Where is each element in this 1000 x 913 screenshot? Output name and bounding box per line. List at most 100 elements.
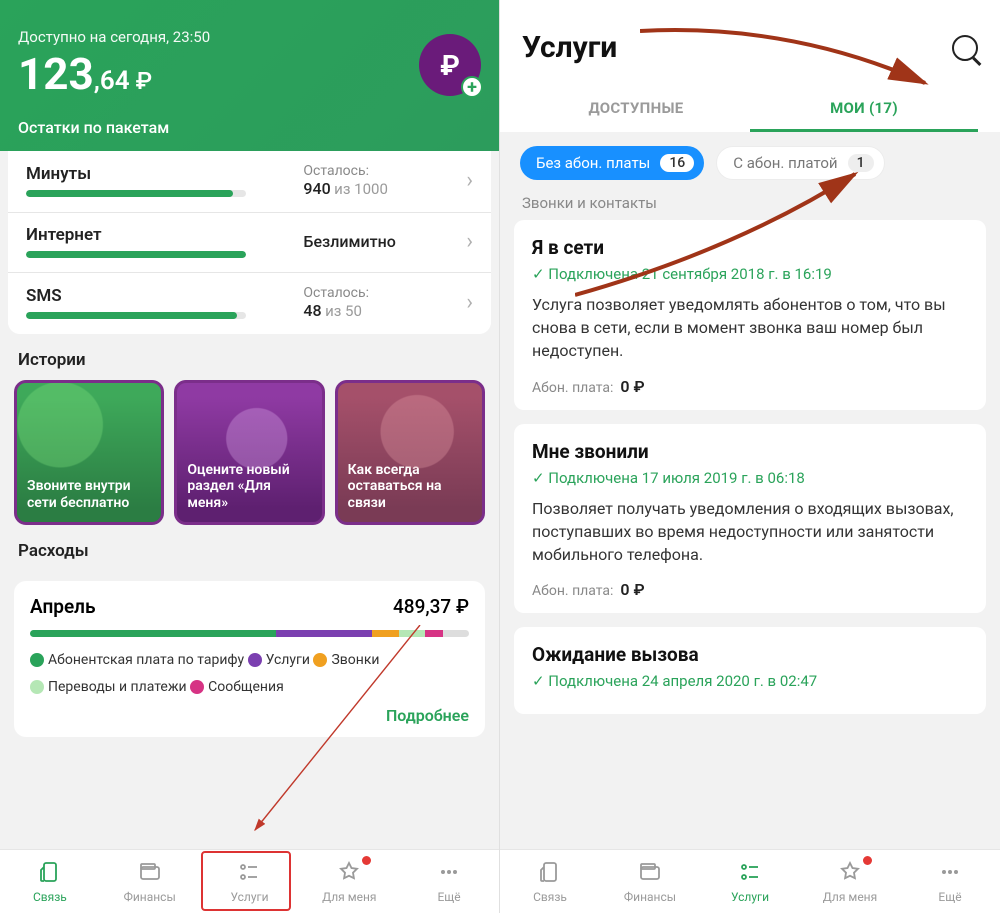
tab-available[interactable]: ДОСТУПНЫЕ [522,87,750,132]
service-status: Подключена 17 июля 2019 г. в 06:18 [532,469,968,487]
package-name: Интернет [26,225,303,245]
service-desc: Позволяет получать уведомления о входящи… [532,497,968,567]
chip-badge: 1 [848,154,874,172]
plus-icon: + [461,76,483,98]
star-icon [838,860,862,887]
nav-star[interactable]: Для меня [299,850,399,913]
service-card[interactable]: Ожидание вызова Подключена 24 апреля 202… [514,627,986,714]
chip-label: С абон. платой [733,154,837,172]
package-bar [26,312,246,319]
service-name: Ожидание вызова [532,643,968,666]
expense-bar [30,630,469,637]
expenses-title: Расходы [0,525,499,571]
legend-label: Услуги [266,652,310,668]
balance-whole: 123 [18,52,94,96]
legend-label: Сообщения [208,679,284,695]
wallet-icon [638,860,662,887]
services-icon [738,860,762,887]
service-name: Мне звонили [532,440,968,463]
notification-dot [362,856,371,865]
more-icon [437,860,461,887]
services-header: Услуги ДОСТУПНЫЕ МОИ (17) [500,0,1000,132]
balance-amount[interactable]: 123 ,64 ₽ [18,52,481,96]
nav-label: Связь [33,890,67,904]
sim-icon [38,860,62,887]
package-row[interactable]: Минуты Осталось:940 из 1000 › [8,151,491,212]
package-row[interactable]: Интернет Безлимитно › [8,212,491,272]
nav-label: Для меня [823,890,877,904]
nav-more[interactable]: Ещё [900,850,1000,913]
nav-sim[interactable]: Связь [500,850,600,913]
nav-label: Для меня [322,890,376,904]
balance-header: Доступно на сегодня, 23:50 123 ,64 ₽ ₽ +… [0,0,499,151]
story-card[interactable]: Оцените новый раздел «Для меня» [174,380,324,525]
nav-wallet[interactable]: Финансы [600,850,700,913]
bottom-nav: Связь Финансы Услуги Для меня Ещё [0,849,499,913]
legend-label: Переводы и платежи [48,679,187,695]
chevron-right-icon: › [458,168,473,193]
star-icon [337,860,361,887]
available-label: Доступно на сегодня, 23:50 [18,28,481,46]
package-name: Минуты [26,164,303,184]
services-screen: Услуги ДОСТУПНЫЕ МОИ (17) Без абон. плат… [500,0,1000,913]
nav-label: Связь [533,890,567,904]
nav-services[interactable]: Услуги [700,850,800,913]
package-bar [26,251,246,258]
expense-more-link[interactable]: Подробнее [30,706,469,725]
nav-wallet[interactable]: Финансы [100,850,200,913]
story-card[interactable]: Звоните внутри сети бесплатно [14,380,164,525]
bottom-nav: Связь Финансы Услуги Для меня Ещё [500,849,1000,913]
legend-label: Абонентская плата по тарифу [48,652,244,668]
service-card[interactable]: Мне звонили Подключена 17 июля 2019 г. в… [514,424,986,614]
package-row[interactable]: SMS Осталось:48 из 50 › [8,272,491,334]
expense-card[interactable]: Апрель 489,37 ₽ Абонентская плата по тар… [14,581,485,737]
nav-label: Финансы [624,890,676,904]
nav-services[interactable]: Услуги [200,850,300,913]
wallet-icon [138,860,162,887]
filter-chips: Без абон. платы16 С абон. платой 1 [500,132,1000,194]
sim-icon [538,860,562,887]
package-value: Осталось:48 из 50 [303,285,458,320]
story-card[interactable]: Как всегда оставаться на связи [335,380,485,525]
chevron-right-icon: › [458,290,473,315]
service-status: Подключена 24 апреля 2020 г. в 02:47 [532,672,968,690]
service-status: Подключена 21 сентября 2018 г. в 16:19 [532,265,968,283]
notification-dot [863,856,872,865]
balance-frac: ,64 [94,68,130,94]
more-icon [938,860,962,887]
expense-legend: Абонентская плата по тарифу Услуги Звонк… [30,647,469,700]
stories-row[interactable]: Звоните внутри сети бесплатноОцените нов… [0,380,499,525]
nav-label: Ещё [437,890,460,904]
page-title: Услуги [522,30,617,65]
services-list: Я в сети Подключена 21 сентября 2018 г. … [500,220,1000,714]
expense-total: 489,37 ₽ [393,595,469,618]
nav-more[interactable]: Ещё [399,850,499,913]
group-title: Звонки и контакты [500,194,1000,220]
legend-label: Звонки [331,652,379,668]
packages-title: Остатки по пакетам [18,118,481,137]
package-name: SMS [26,286,303,306]
expense-month: Апрель [30,595,96,618]
service-fee: Абон. плата: 0 ₽ [532,580,968,599]
services-icon [237,860,261,887]
nav-label: Финансы [124,890,176,904]
package-bar [26,190,246,197]
balance-currency: ₽ [136,69,152,93]
nav-star[interactable]: Для меня [800,850,900,913]
service-name: Я в сети [532,236,968,259]
package-value: Безлимитно [303,232,458,251]
packages-list: Минуты Осталось:940 из 1000 ›Интернет Бе… [8,151,491,334]
tabs-row: ДОСТУПНЫЕ МОИ (17) [522,87,978,132]
home-screen: Доступно на сегодня, 23:50 123 ,64 ₽ ₽ +… [0,0,500,913]
nav-sim[interactable]: Связь [0,850,100,913]
tab-mine[interactable]: МОИ (17) [750,87,978,132]
topup-button[interactable]: ₽ + [419,34,481,96]
service-card[interactable]: Я в сети Подключена 21 сентября 2018 г. … [514,220,986,410]
nav-label: Услуги [731,890,769,904]
service-fee: Абон. плата: 0 ₽ [532,377,968,396]
chevron-right-icon: › [458,229,473,254]
stories-title: Истории [0,334,499,380]
search-icon[interactable] [952,35,978,61]
filter-chip[interactable]: Без абон. платы16 [520,146,704,180]
filter-chip[interactable]: С абон. платой 1 [716,146,884,180]
